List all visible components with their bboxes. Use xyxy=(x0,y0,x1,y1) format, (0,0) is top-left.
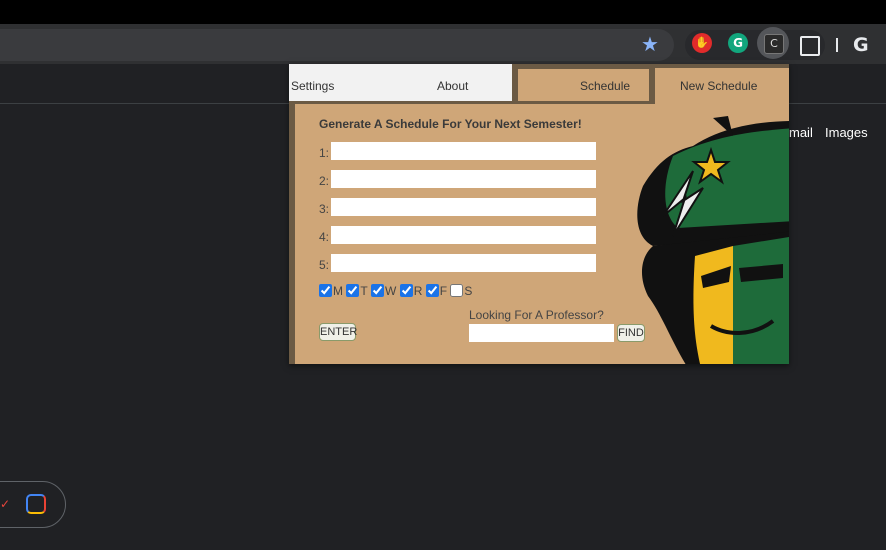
tab-label: About xyxy=(437,79,469,93)
extensions-puzzle-icon[interactable] xyxy=(800,36,820,56)
tab-label: Schedule xyxy=(580,79,631,93)
browser-toolbar: ★ ✋ G C G xyxy=(0,24,886,64)
day-checkbox[interactable] xyxy=(399,284,413,297)
address-bar[interactable] xyxy=(0,29,674,61)
course-input[interactable] xyxy=(331,170,596,188)
course-input[interactable] xyxy=(331,226,596,244)
tab-schedule[interactable]: Schedule xyxy=(518,69,649,101)
day-checkbox[interactable] xyxy=(450,284,464,297)
course-label: 5: xyxy=(319,258,330,272)
professor-search-input[interactable] xyxy=(469,324,614,342)
google-account-icon[interactable]: G xyxy=(853,33,869,57)
voice-search-icon[interactable]: ✓ xyxy=(0,497,10,511)
images-link[interactable]: Images xyxy=(825,125,868,140)
tab-label: Settings xyxy=(291,79,335,93)
extension-popup: Settings About Schedule New Schedule Gen… xyxy=(289,64,789,364)
day-checkbox[interactable] xyxy=(319,284,332,297)
day-thursday[interactable]: R xyxy=(399,284,422,298)
panel-heading: Generate A Schedule For Your Next Semest… xyxy=(319,117,582,131)
day-tuesday[interactable]: T xyxy=(346,284,368,298)
professor-label: Looking For A Professor? xyxy=(469,308,604,322)
tab-about[interactable]: About xyxy=(389,64,512,101)
course-label: 1: xyxy=(319,146,330,160)
google-lens-icon[interactable] xyxy=(26,494,46,514)
enter-button[interactable]: ENTER xyxy=(319,323,357,341)
gmail-link[interactable]: mail xyxy=(789,125,813,140)
grammarly-extension-icon[interactable]: G xyxy=(728,33,748,53)
day-checkbox[interactable] xyxy=(371,284,385,297)
toolbar-divider xyxy=(836,38,838,52)
mascot-logo xyxy=(637,116,789,364)
window-top-strip xyxy=(0,0,886,24)
day-checkbox[interactable] xyxy=(346,284,360,297)
course-label: 2: xyxy=(319,174,330,188)
tab-new-schedule[interactable]: New Schedule xyxy=(655,68,789,108)
day-checkboxes: M T W R F S xyxy=(319,284,472,298)
bookmark-star-icon[interactable]: ★ xyxy=(641,32,659,56)
day-monday[interactable]: M xyxy=(319,284,343,298)
course-label: 4: xyxy=(319,230,330,244)
new-schedule-panel: Generate A Schedule For Your Next Semest… xyxy=(295,104,789,364)
day-wednesday[interactable]: W xyxy=(371,284,396,298)
tab-label: New Schedule xyxy=(680,79,758,93)
course-label: 3: xyxy=(319,202,330,216)
course-input[interactable] xyxy=(331,142,596,160)
course-input[interactable] xyxy=(331,198,596,216)
day-checkbox[interactable] xyxy=(425,284,439,297)
day-saturday[interactable]: S xyxy=(450,284,472,298)
schedule-extension-icon[interactable]: C xyxy=(764,34,784,54)
course-input[interactable] xyxy=(331,254,596,272)
day-friday[interactable]: F xyxy=(425,284,447,298)
tab-settings[interactable]: Settings xyxy=(289,64,389,101)
adblock-extension-icon[interactable]: ✋ xyxy=(692,33,712,53)
